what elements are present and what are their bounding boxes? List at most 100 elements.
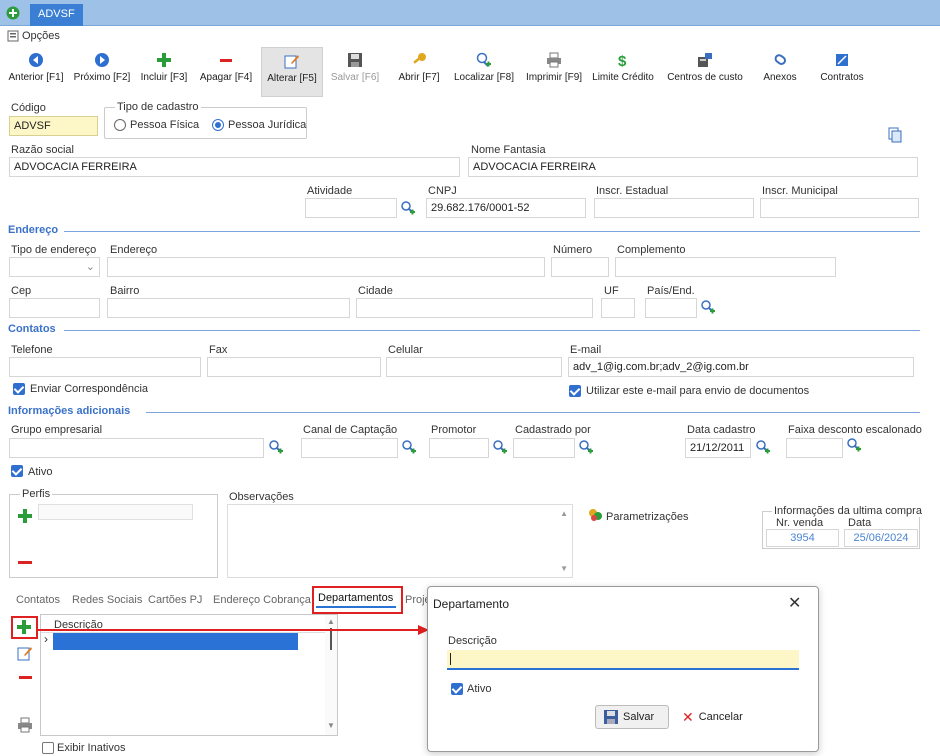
pessoa-juridica-radio[interactable] — [212, 119, 224, 131]
cancel-x-icon: ✕ — [682, 708, 694, 725]
options-menu[interactable]: Opções — [22, 30, 60, 42]
fantasia-field[interactable]: ADVOCACIA FERREIRA — [468, 157, 918, 177]
enviar-correspondencia-checkbox[interactable] — [13, 383, 25, 395]
contracts-button[interactable]: Contratos — [812, 50, 872, 96]
arrow-left-icon — [29, 53, 43, 67]
dialog-cancel-button[interactable]: ✕ Cancelar — [682, 705, 743, 729]
edit-department-icon[interactable] — [17, 645, 33, 661]
faixa-lookup-icon[interactable] — [846, 437, 862, 453]
perfis-add-icon[interactable] — [18, 509, 32, 523]
tab-endereco-cobranca[interactable]: Endereço Cobrança — [213, 594, 311, 606]
print-button[interactable]: Imprimir [F9] — [522, 50, 586, 96]
endereco-section: Endereço — [8, 224, 59, 236]
add-document-icon[interactable] — [6, 6, 20, 20]
codigo-field[interactable]: ADVSF — [9, 116, 98, 136]
minus-icon — [220, 59, 232, 62]
plus-icon — [157, 53, 171, 67]
pais-field[interactable] — [645, 298, 697, 318]
perfis-list[interactable] — [38, 504, 193, 520]
add-department-icon[interactable] — [17, 620, 31, 634]
dialog-save-button[interactable]: Salvar — [595, 705, 669, 729]
close-icon[interactable]: ✕ — [788, 593, 801, 613]
promotor-lookup-icon[interactable] — [492, 439, 508, 455]
canal-lookup-icon[interactable] — [401, 439, 417, 455]
cep-field[interactable] — [9, 298, 100, 318]
options-icon — [7, 30, 19, 42]
tipo-endereco-select[interactable]: ⌄ — [9, 257, 100, 277]
copy-icon[interactable] — [888, 127, 902, 143]
delete-button[interactable]: Apagar [F4] — [196, 50, 256, 96]
faixa-field[interactable] — [786, 438, 843, 458]
tab-contatos[interactable]: Contatos — [16, 594, 60, 606]
data-cadastro-field[interactable]: 21/12/2011 — [685, 438, 751, 458]
credit-limit-label: Limite Crédito — [592, 72, 654, 83]
nr-venda-value: 3954 — [766, 529, 839, 547]
save-button[interactable]: Salvar [F6] — [326, 50, 384, 96]
parametrizacoes-button[interactable]: Parametrizações — [606, 511, 689, 523]
dialog-descricao-field[interactable] — [447, 650, 799, 670]
observacoes-textarea[interactable]: ▲ ▼ — [227, 504, 573, 578]
exibir-inativos-checkbox[interactable] — [42, 742, 54, 754]
prev-button[interactable]: Anterior [F1] — [4, 50, 68, 96]
tab-cartoes-pj[interactable]: Cartões PJ — [148, 594, 202, 606]
grupo-lookup-icon[interactable] — [268, 439, 284, 455]
grid-scroll-down-icon[interactable]: ▼ — [327, 721, 335, 730]
uf-field[interactable] — [601, 298, 635, 318]
annotation-arrow — [38, 625, 429, 635]
contract-icon — [836, 54, 848, 66]
ie-field[interactable] — [594, 198, 754, 218]
atividade-field[interactable] — [305, 198, 397, 218]
scroll-up-icon[interactable]: ▲ — [560, 509, 568, 518]
print-department-icon[interactable] — [17, 717, 33, 733]
edit-button[interactable]: Alterar [F5] — [261, 47, 323, 97]
add-button[interactable]: Incluir [F3] — [135, 50, 193, 96]
data-cadastro-lookup-icon[interactable] — [755, 439, 771, 455]
open-button[interactable]: Abrir [F7] — [393, 50, 445, 96]
fantasia-label: Nome Fantasia — [471, 144, 546, 156]
email-field[interactable]: adv_1@ig.com.br;adv_2@ig.com.br — [568, 357, 914, 377]
promotor-field[interactable] — [429, 438, 489, 458]
attachments-button[interactable]: Anexos — [755, 50, 805, 96]
dialog-ativo-checkbox[interactable] — [451, 683, 463, 695]
celular-field[interactable] — [386, 357, 562, 377]
svg-text:$: $ — [618, 53, 627, 68]
pessoa-fisica-label: Pessoa Física — [130, 119, 200, 131]
scroll-down-icon[interactable]: ▼ — [560, 564, 568, 573]
fax-field[interactable] — [207, 357, 381, 377]
pessoa-fisica-radio[interactable] — [114, 119, 126, 131]
arrow-right-icon — [95, 53, 109, 67]
grupo-field[interactable] — [9, 438, 264, 458]
razao-field[interactable]: ADVOCACIA FERREIRA — [9, 157, 460, 177]
cidade-field[interactable] — [356, 298, 593, 318]
credit-limit-button[interactable]: $ Limite Crédito — [590, 50, 656, 96]
endereco-field[interactable] — [107, 257, 545, 277]
perfis-remove-icon[interactable] — [18, 561, 32, 565]
find-button[interactable]: Localizar [F8] — [450, 50, 518, 96]
pais-lookup-icon[interactable] — [700, 299, 716, 315]
pessoa-juridica-label: Pessoa Jurídica — [228, 119, 307, 131]
usar-email-checkbox[interactable] — [569, 385, 581, 397]
telefone-field[interactable] — [9, 357, 201, 377]
cadastrado-lookup-icon[interactable] — [578, 439, 594, 455]
tab-redes-sociais[interactable]: Redes Sociais — [72, 594, 142, 606]
atividade-lookup-icon[interactable] — [400, 200, 416, 216]
next-button[interactable]: Próximo [F2] — [70, 50, 134, 96]
im-field[interactable] — [760, 198, 919, 218]
complemento-label: Complemento — [617, 244, 686, 256]
tab-departamentos[interactable]: Departamentos — [318, 592, 393, 604]
faixa-label: Faixa desconto escalonado — [788, 424, 922, 436]
bairro-field[interactable] — [107, 298, 350, 318]
promotor-label: Promotor — [431, 424, 477, 436]
cnpj-field[interactable]: 29.682.176/0001-52 — [426, 198, 586, 218]
complemento-field[interactable] — [615, 257, 836, 277]
remove-department-icon[interactable] — [19, 676, 32, 680]
document-tab[interactable]: ADVSF — [30, 4, 83, 26]
canal-field[interactable] — [301, 438, 398, 458]
data-cadastro-label: Data cadastro — [687, 424, 756, 436]
cost-centers-button[interactable]: Centros de custo — [662, 50, 748, 96]
cadastrado-field[interactable] — [513, 438, 575, 458]
numero-field[interactable] — [551, 257, 609, 277]
observacoes-label: Observações — [229, 491, 294, 503]
data-compra-value: 25/06/2024 — [844, 529, 918, 547]
ativo-checkbox[interactable] — [11, 465, 23, 477]
